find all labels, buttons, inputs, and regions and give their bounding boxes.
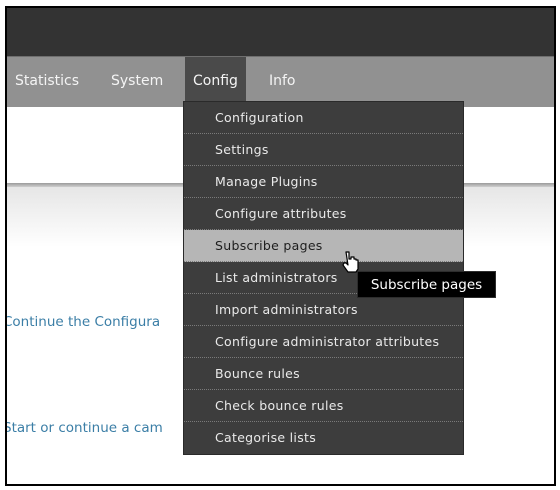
continue-configuration-link[interactable]: Continue the Configura [7,314,160,330]
hand-pointer-icon [342,251,359,273]
menu-item-import-administrators[interactable]: Import administrators [184,294,463,326]
top-header-bar [7,8,554,56]
nav-item-statistics[interactable]: Statistics [7,57,87,107]
main-nav-bar: Statistics System Config Info [7,56,554,107]
menu-item-categorise-lists[interactable]: Categorise lists [184,422,463,454]
tooltip: Subscribe pages [357,271,496,298]
menu-item-configuration[interactable]: Configuration [184,102,463,134]
nav-item-info[interactable]: Info [261,57,304,107]
menu-item-check-bounce-rules[interactable]: Check bounce rules [184,390,463,422]
start-campaign-link[interactable]: Start or continue a cam [7,420,163,436]
menu-item-manage-plugins[interactable]: Manage Plugins [184,166,463,198]
nav-item-config[interactable]: Config [185,57,246,107]
menu-item-configure-administrator-attributes[interactable]: Configure administrator attributes [184,326,463,358]
menu-item-settings[interactable]: Settings [184,134,463,166]
menu-item-bounce-rules[interactable]: Bounce rules [184,358,463,390]
app-window: Statistics System Config Info Continue t… [5,6,556,486]
nav-item-system[interactable]: System [103,57,171,107]
menu-item-subscribe-pages[interactable]: Subscribe pages [184,230,463,262]
menu-item-configure-attributes[interactable]: Configure attributes [184,198,463,230]
